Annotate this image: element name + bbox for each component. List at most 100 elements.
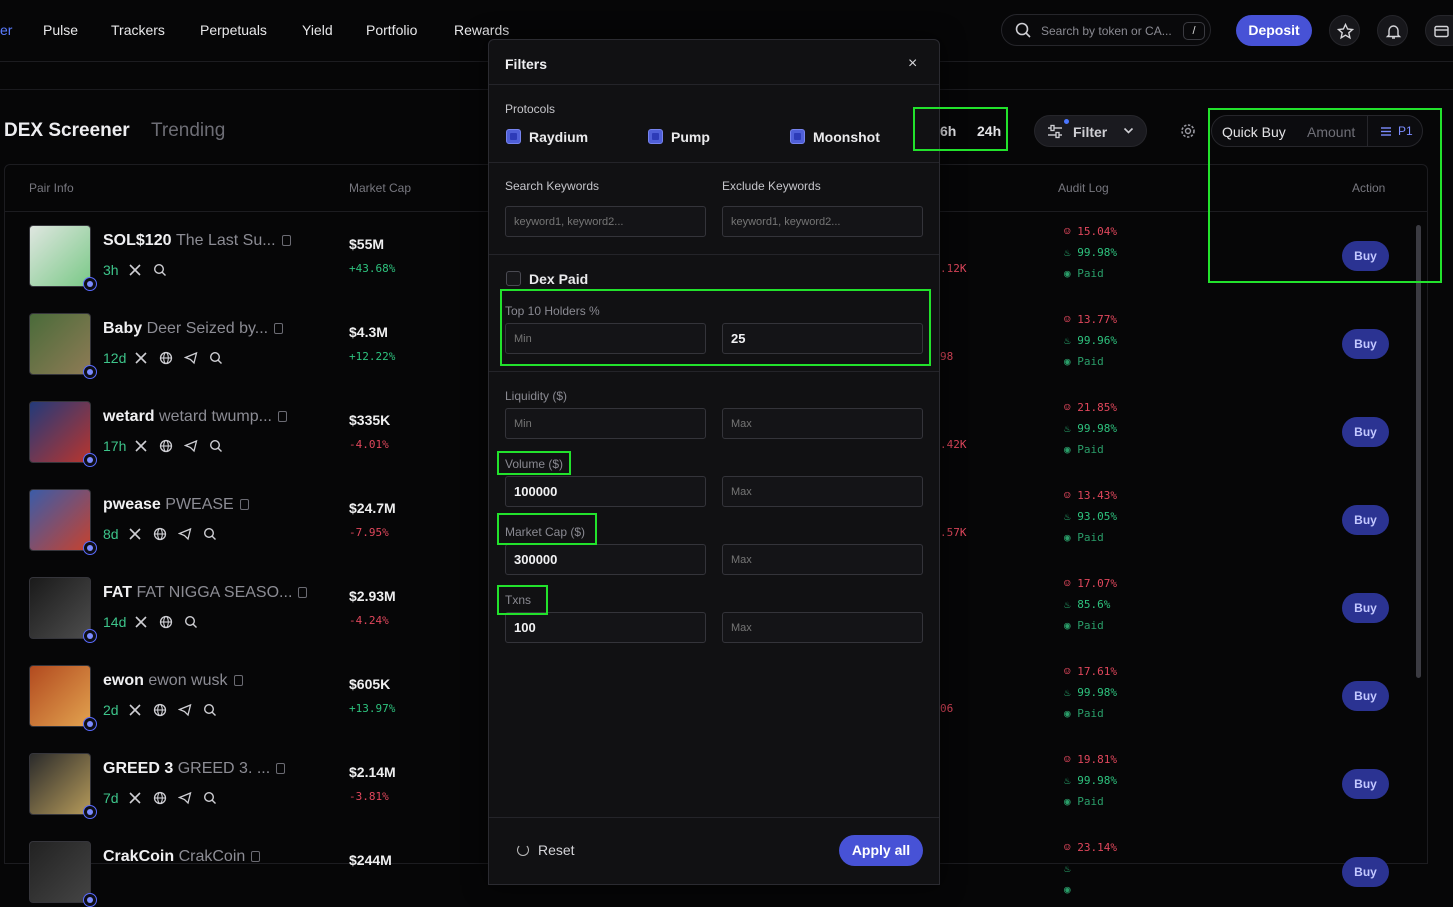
twitter-x-icon[interactable] [134, 351, 148, 370]
notifications-button[interactable] [1377, 15, 1408, 46]
volume-max-input[interactable] [722, 476, 923, 507]
copy-icon[interactable] [251, 851, 261, 862]
twitter-x-icon[interactable] [128, 527, 142, 546]
buy-button[interactable]: Buy [1342, 329, 1389, 359]
exclude-keywords-input[interactable] [722, 206, 923, 237]
volume-min-input[interactable] [505, 476, 706, 507]
timeframe-24h[interactable]: 24h [977, 123, 1001, 139]
twitter-x-icon[interactable] [128, 791, 142, 810]
globe-icon[interactable] [159, 615, 173, 634]
twitter-x-icon[interactable] [128, 703, 142, 722]
protocol-raydium-label[interactable]: Raydium [529, 129, 588, 145]
search-keywords-input[interactable] [505, 206, 706, 237]
reset-button[interactable]: Reset [517, 842, 575, 858]
buy-button[interactable]: Buy [1342, 857, 1389, 887]
timeframe-6h[interactable]: 6h [940, 123, 956, 139]
dex-paid-checkbox[interactable] [506, 271, 521, 286]
search-icon[interactable] [184, 615, 198, 634]
liquidity-max-input[interactable] [722, 408, 923, 439]
token-symbol[interactable]: SOL$120 The Last Su... [103, 232, 291, 250]
page-title[interactable]: DEX Screener [4, 120, 130, 142]
quick-buy-amount-input[interactable]: Amount [1307, 124, 1355, 140]
token-avatar[interactable] [29, 841, 91, 903]
dex-paid-label[interactable]: Dex Paid [529, 271, 588, 287]
token-avatar[interactable] [29, 489, 91, 551]
copy-icon[interactable] [298, 587, 308, 598]
copy-icon[interactable] [274, 323, 284, 334]
token-avatar[interactable] [29, 577, 91, 639]
nav-item-trackers[interactable]: Trackers [111, 22, 165, 38]
tab-trending[interactable]: Trending [151, 120, 225, 142]
nav-item-perpetuals[interactable]: Perpetuals [200, 22, 267, 38]
apply-all-button[interactable]: Apply all [839, 835, 923, 866]
market-cap-max-input[interactable] [722, 544, 923, 575]
token-symbol[interactable]: ewon ewon wusk [103, 672, 243, 690]
twitter-x-icon[interactable] [134, 439, 148, 458]
close-icon[interactable]: × [908, 55, 917, 73]
search-icon[interactable] [209, 351, 223, 370]
buy-button[interactable]: Buy [1342, 417, 1389, 447]
top10-max-input[interactable] [722, 323, 923, 354]
protocol-raydium-checkbox[interactable] [506, 129, 521, 144]
telegram-icon[interactable] [177, 791, 192, 810]
copy-icon[interactable] [277, 411, 287, 422]
twitter-x-icon[interactable] [134, 615, 148, 634]
telegram-icon[interactable] [183, 351, 198, 370]
token-symbol[interactable]: pwease PWEASE [103, 496, 249, 514]
search-icon[interactable] [209, 439, 223, 458]
copy-icon[interactable] [239, 499, 249, 510]
token-symbol[interactable]: GREED 3 GREED 3. ... [103, 760, 286, 778]
token-symbol[interactable]: CrakCoin CrakCoin [103, 848, 261, 866]
globe-icon[interactable] [153, 791, 167, 810]
copy-icon[interactable] [233, 675, 243, 686]
txns-max-input[interactable] [722, 612, 923, 643]
protocol-moonshot-label[interactable]: Moonshot [813, 129, 880, 145]
search-icon[interactable] [203, 527, 217, 546]
token-avatar[interactable] [29, 225, 91, 287]
protocol-moonshot-checkbox[interactable] [790, 129, 805, 144]
gear-icon[interactable] [1180, 123, 1196, 139]
nav-item-yield[interactable]: Yield [302, 22, 333, 38]
nav-item-rewards[interactable]: Rewards [454, 22, 509, 38]
nav-item-portfolio[interactable]: Portfolio [366, 22, 417, 38]
globe-icon[interactable] [159, 439, 173, 458]
liquidity-min-input[interactable] [505, 408, 706, 439]
buy-button[interactable]: Buy [1342, 769, 1389, 799]
nav-item-partial[interactable]: er [0, 22, 12, 38]
scrollbar-thumb[interactable] [1416, 225, 1421, 678]
token-avatar[interactable] [29, 401, 91, 463]
telegram-icon[interactable] [177, 703, 192, 722]
watchlist-button[interactable] [1329, 15, 1360, 46]
globe-icon[interactable] [153, 703, 167, 722]
deposit-button[interactable]: Deposit [1236, 15, 1312, 46]
token-avatar[interactable] [29, 753, 91, 815]
filter-button[interactable]: Filter [1034, 115, 1147, 147]
token-symbol[interactable]: wetard wetard twump... [103, 408, 287, 426]
telegram-icon[interactable] [183, 439, 198, 458]
search-icon[interactable] [203, 791, 217, 810]
market-cap-min-input[interactable] [505, 544, 706, 575]
token-symbol[interactable]: Baby Deer Seized by... [103, 320, 284, 338]
buy-button[interactable]: Buy [1342, 505, 1389, 535]
protocol-pump-label[interactable]: Pump [671, 129, 710, 145]
buy-button[interactable]: Buy [1342, 241, 1389, 271]
token-symbol[interactable]: FAT FAT NIGGA SEASO... [103, 584, 308, 602]
top10-min-input[interactable] [505, 323, 706, 354]
globe-icon[interactable] [159, 351, 173, 370]
protocol-pump-checkbox[interactable] [648, 129, 663, 144]
buy-button[interactable]: Buy [1342, 681, 1389, 711]
telegram-icon[interactable] [177, 527, 192, 546]
preset-selector[interactable]: P1 [1398, 124, 1413, 138]
nav-item-pulse[interactable]: Pulse [43, 22, 78, 38]
search-icon[interactable] [203, 703, 217, 722]
search-bar[interactable]: Search by token or CA... / [1001, 14, 1211, 46]
globe-icon[interactable] [153, 527, 167, 546]
token-avatar[interactable] [29, 313, 91, 375]
copy-icon[interactable] [281, 235, 291, 246]
buy-button[interactable]: Buy [1342, 593, 1389, 623]
copy-icon[interactable] [276, 763, 286, 774]
txns-min-input[interactable] [505, 612, 706, 643]
twitter-x-icon[interactable] [128, 263, 142, 282]
search-icon[interactable] [153, 263, 167, 282]
token-avatar[interactable] [29, 665, 91, 727]
